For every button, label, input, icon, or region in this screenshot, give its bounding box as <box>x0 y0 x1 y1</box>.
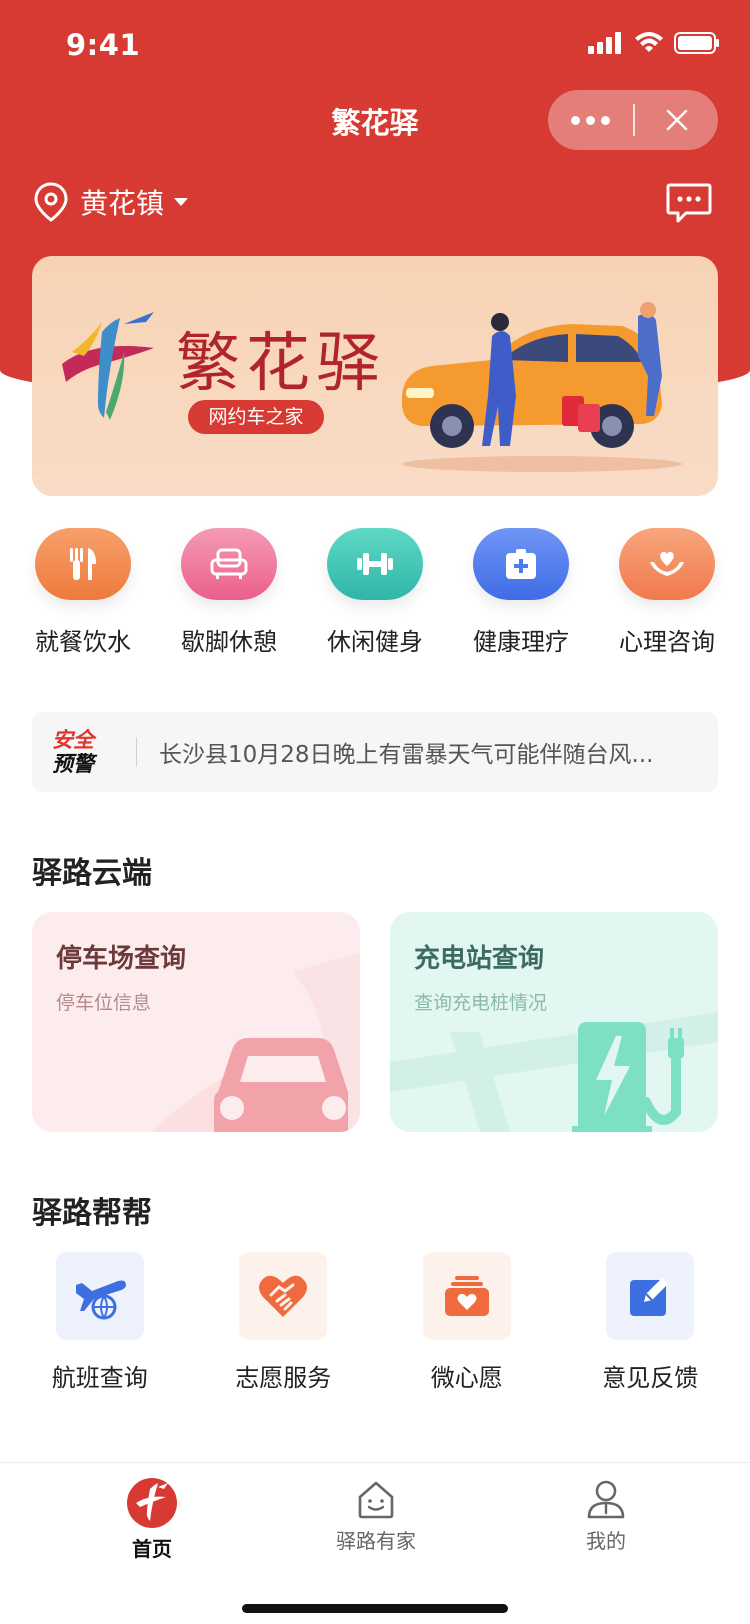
edit-feedback-icon <box>606 1252 695 1340</box>
status-bar: 9:41 <box>0 0 750 88</box>
dumbbell-icon <box>327 528 423 600</box>
promo-banner[interactable]: 繁花驿 网约车之家 <box>32 256 718 496</box>
section-title-cloud: 驿路云端 <box>32 856 152 891</box>
category-dining[interactable]: 就餐饮水 <box>18 528 148 657</box>
brand-logo-icon <box>62 312 154 420</box>
category-label: 休闲健身 <box>327 628 423 656</box>
charging-query-card[interactable]: 充电站查询 查询充电桩情况 <box>390 912 718 1132</box>
more-dot-icon <box>571 115 580 125</box>
category-fitness[interactable]: 休闲健身 <box>310 528 440 657</box>
status-icons <box>588 32 720 54</box>
notice-badge-line1: 安全 <box>52 728 94 752</box>
user-icon <box>587 1480 625 1519</box>
category-rest[interactable]: 歇脚休憩 <box>164 528 294 657</box>
chevron-down-icon <box>174 198 189 206</box>
location-pin-icon <box>34 182 68 222</box>
category-label: 歇脚休憩 <box>181 628 277 656</box>
tab-label: 首页 <box>132 1537 172 1561</box>
close-button[interactable] <box>635 90 718 150</box>
heart-hand-icon <box>619 528 715 600</box>
category-row: 就餐饮水 歇脚休憩 休闲健身 健康理疗 心理咨询 <box>0 528 750 657</box>
tab-home[interactable]: 首页 <box>72 1477 232 1562</box>
wish-box-icon <box>422 1252 511 1340</box>
location-selector[interactable]: 黄花镇 <box>34 182 189 222</box>
safety-notice[interactable]: 安全 预警 长沙县10月28日晚上有雷暴天气可能伴随台风... <box>32 712 718 792</box>
notice-badge-line2: 预警 <box>52 752 94 776</box>
parking-card-title: 停车场查询 <box>56 944 187 974</box>
category-health[interactable]: 健康理疗 <box>456 528 586 657</box>
help-label: 航班查询 <box>51 1364 148 1392</box>
parking-card-subtitle: 停车位信息 <box>56 992 152 1014</box>
mini-program-capsule <box>548 90 718 150</box>
notice-badge: 安全 预警 <box>32 728 132 776</box>
tab-label: 驿路有家 <box>336 1529 416 1553</box>
help-item-flight[interactable]: 航班查询 <box>20 1252 180 1393</box>
help-label: 微心愿 <box>430 1364 503 1392</box>
notice-text: 长沙县10月28日晚上有雷暴天气可能伴随台风... <box>159 742 654 768</box>
help-item-volunteer[interactable]: 志愿服务 <box>203 1252 363 1393</box>
more-dot-icon <box>586 115 595 125</box>
category-label: 就餐饮水 <box>35 628 131 656</box>
tab-bar: 首页 驿路有家 我的 <box>0 1462 750 1624</box>
location-name: 黄花镇 <box>80 187 165 220</box>
category-label: 心理咨询 <box>619 628 715 656</box>
help-label: 意见反馈 <box>602 1364 699 1392</box>
charging-card-title: 充电站查询 <box>414 944 545 974</box>
message-button[interactable] <box>666 182 712 228</box>
wifi-icon <box>635 32 663 52</box>
more-button[interactable] <box>548 90 633 150</box>
medical-kit-icon <box>473 528 569 600</box>
more-dot-icon <box>601 115 610 125</box>
house-smile-icon <box>358 1481 394 1519</box>
notice-divider <box>136 737 137 767</box>
car-wash-illustration-icon <box>402 302 682 472</box>
category-counseling[interactable]: 心理咨询 <box>602 528 732 657</box>
home-indicator <box>242 1604 508 1613</box>
banner-title: 繁花驿 <box>176 327 386 401</box>
message-icon <box>666 183 712 223</box>
help-item-wish[interactable]: 微心愿 <box>387 1252 547 1393</box>
tab-label: 我的 <box>586 1529 626 1553</box>
parking-query-card[interactable]: 停车场查询 停车位信息 <box>32 912 360 1132</box>
help-label: 志愿服务 <box>235 1364 332 1392</box>
status-time: 9:41 <box>66 28 141 62</box>
help-item-feedback[interactable]: 意见反馈 <box>570 1252 730 1393</box>
category-label: 健康理疗 <box>473 628 569 656</box>
charging-card-subtitle: 查询充电桩情况 <box>414 992 548 1014</box>
close-icon <box>666 109 687 131</box>
handshake-heart-icon <box>239 1252 328 1340</box>
utensils-icon <box>35 528 131 600</box>
tab-mine[interactable]: 我的 <box>526 1477 686 1554</box>
banner-tag: 网约车之家 <box>188 400 324 434</box>
tab-family[interactable]: 驿路有家 <box>296 1477 456 1554</box>
signal-icon <box>588 32 621 54</box>
section-title-help: 驿路帮帮 <box>32 1196 152 1231</box>
home-logo-icon <box>127 1478 177 1528</box>
battery-icon <box>674 32 719 54</box>
help-row: 航班查询 志愿服务 微心愿 意见反馈 <box>0 1252 750 1393</box>
armchair-icon <box>181 528 277 600</box>
plane-globe-icon <box>55 1252 144 1340</box>
